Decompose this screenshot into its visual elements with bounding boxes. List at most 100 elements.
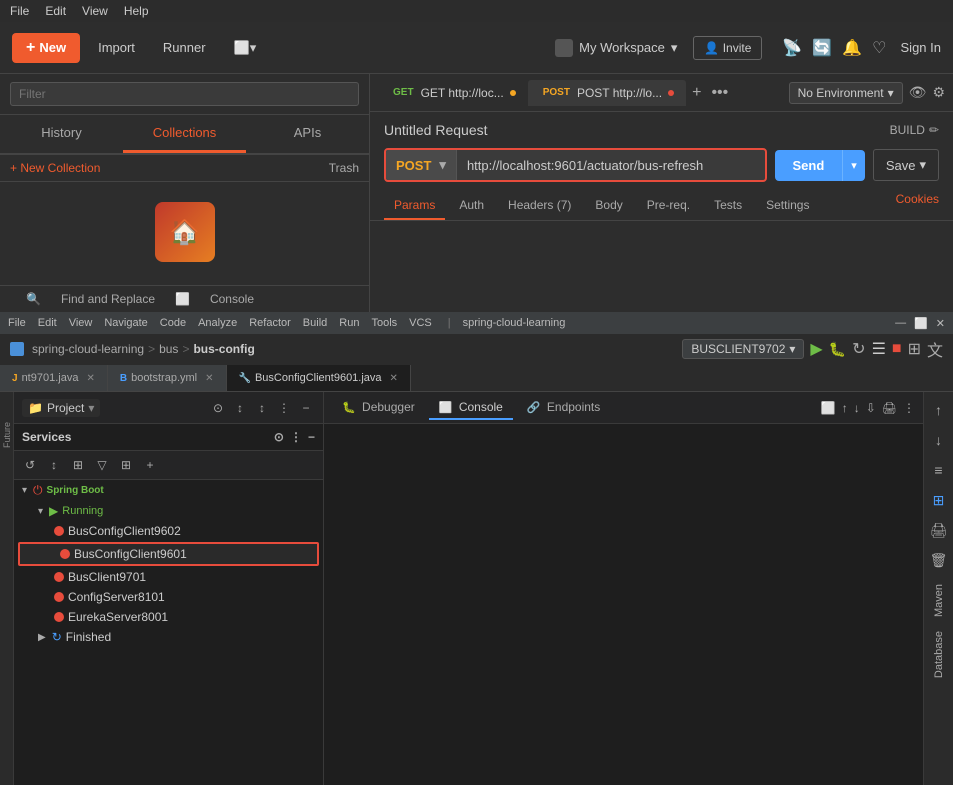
search-input[interactable] [10,82,359,106]
maven-label[interactable]: Maven [933,584,945,617]
console-tab[interactable]: ⬜ Console [429,396,513,420]
grid-icon[interactable]: ⊞ [908,339,921,359]
settings-icon[interactable]: ⋮ [275,399,293,417]
print-icon[interactable]: 🖨 [882,401,897,415]
save-button[interactable]: Save ▾ [873,149,939,181]
ide-menu-tools[interactable]: Tools [371,317,397,329]
import-button[interactable]: Import [88,35,145,60]
config-icon[interactable]: ⚙ [932,84,945,101]
down-arrow-icon[interactable]: ↓ [929,430,949,450]
breadcrumb-module[interactable]: bus [159,342,178,356]
build-button[interactable]: BUILD ✏ [890,123,939,137]
minimize-panel-icon[interactable]: − [297,399,315,417]
ide-menu-build[interactable]: Build [303,317,327,329]
ide-menu-code[interactable]: Code [160,317,186,329]
minimize-button[interactable]: — [895,317,906,330]
heart-icon[interactable]: ♡ [872,38,886,58]
tab-prereq[interactable]: Pre-req. [637,192,700,220]
scroll-down-icon[interactable]: ↓ [854,401,860,415]
close-svc-icon[interactable]: − [308,430,315,444]
tab-settings[interactable]: Settings [756,192,819,220]
plus-box-icon[interactable]: ⊞ [929,490,949,510]
run-config-selector[interactable]: BUSCLIENT9702 ▾ [682,339,804,359]
finished-group-item[interactable]: ▶ ↻ Finished [14,627,323,647]
future-label[interactable]: Future [2,422,12,448]
scroll-up-icon[interactable]: ↑ [842,401,848,415]
menu-file[interactable]: File [10,4,29,18]
target-icon[interactable]: ⊙ [209,399,227,417]
tab-auth[interactable]: Auth [449,192,494,220]
running-group-item[interactable]: ▾ ▶ Running [14,501,323,521]
deploy-svc-button[interactable]: ⊞ [116,455,136,475]
close-button[interactable]: ✕ [936,317,945,330]
up-arrow-icon[interactable]: ↑ [929,400,949,420]
tab-headers[interactable]: Headers (7) [498,192,581,220]
add-tab-button[interactable]: + [686,84,707,102]
expand-svc-button[interactable]: ↕ [44,455,64,475]
layout-button[interactable]: ⬜▾ [224,35,267,61]
service-item-8001[interactable]: EurekaServer8001 [14,607,323,627]
maximize-button[interactable]: ⬜ [914,317,928,330]
tab-tests[interactable]: Tests [704,192,752,220]
tab-history[interactable]: History [0,115,123,153]
close-tab-3[interactable]: ✕ [390,373,398,384]
trash-button[interactable]: Trash [329,161,359,175]
runner-button[interactable]: Runner [153,35,216,60]
translate-icon[interactable]: 文 [927,337,943,361]
spring-boot-group-item[interactable]: ▾ ⏻ Spring Boot [14,480,323,501]
database-label[interactable]: Database [933,631,945,678]
file-tab-9601[interactable]: 🔧 BusConfigClient9601.java ✕ [227,365,411,391]
workspace-selector[interactable]: My Workspace ▾ [555,39,677,57]
ide-menu-navigate[interactable]: Navigate [104,317,147,329]
add-svc-button[interactable]: + [140,455,160,475]
scroll-last-icon[interactable]: ⇩ [866,401,876,415]
endpoints-tab[interactable]: 🔗 Endpoints [517,396,610,420]
trash-icon[interactable]: 🗑 [929,550,949,570]
run-button[interactable]: ▶ [810,339,822,359]
collapse-icon[interactable]: ↕ [253,399,271,417]
tab-body[interactable]: Body [585,192,632,220]
satellite-icon[interactable]: 📡 [782,38,802,58]
notification-icon[interactable]: 🔔 [842,38,862,58]
close-tab-2[interactable]: ✕ [205,373,213,384]
refresh-svc-button[interactable]: ↺ [20,455,40,475]
close-tab-1[interactable]: ✕ [86,373,94,384]
invite-button[interactable]: 👤 Invite [693,36,762,60]
post-tab[interactable]: POST POST http://lo... [528,80,686,106]
coverage-icon[interactable]: ☰ [872,339,886,359]
console-label[interactable]: Console [210,292,254,306]
more-tabs-button[interactable]: ••• [707,84,732,102]
ide-menu-file[interactable]: File [8,317,26,329]
debugger-tab[interactable]: 🐛 Debugger [332,396,425,420]
service-item-9602[interactable]: BusConfigClient9602 [14,521,323,541]
service-item-9701[interactable]: BusClient9701 [14,567,323,587]
ide-menu-analyze[interactable]: Analyze [198,317,237,329]
menu-view[interactable]: View [82,4,108,18]
target-svc-icon[interactable]: ⊙ [274,430,284,444]
service-item-9601[interactable]: BusConfigClient9601 [18,542,319,566]
ide-menu-run[interactable]: Run [339,317,359,329]
file-tab-9701[interactable]: J nt9701.java ✕ [0,365,108,391]
project-selector[interactable]: 📁 Project [22,399,100,417]
tab-params[interactable]: Params [384,192,445,220]
find-replace-label[interactable]: Find and Replace [61,292,155,306]
breadcrumb-project[interactable]: spring-cloud-learning [32,342,144,356]
cookies-link[interactable]: Cookies [896,192,939,220]
new-collection-button[interactable]: + New Collection [10,161,100,175]
env-dropdown[interactable]: No Environment ▾ [789,82,903,104]
file-tab-bootstrap[interactable]: B bootstrap.yml ✕ [108,365,227,391]
expand-icon[interactable]: ↕ [231,399,249,417]
ide-menu-edit[interactable]: Edit [38,317,57,329]
menu-help[interactable]: Help [124,4,149,18]
service-item-8101[interactable]: ConfigServer8101 [14,587,323,607]
more-console-icon[interactable]: ⋮ [903,401,915,415]
new-button[interactable]: New [12,33,80,63]
send-arrow-button[interactable]: ▾ [842,150,865,181]
printer-icon[interactable]: 🖨 [929,520,949,540]
grid-svc-button[interactable]: ⊞ [68,455,88,475]
tab-collections[interactable]: Collections [123,115,246,153]
eye-icon[interactable]: 👁 [909,84,927,101]
get-tab[interactable]: GET GET http://loc... [378,80,528,106]
ide-menu-vcs[interactable]: VCS [409,317,432,329]
wrap-icon[interactable]: ⬜ [821,401,836,415]
